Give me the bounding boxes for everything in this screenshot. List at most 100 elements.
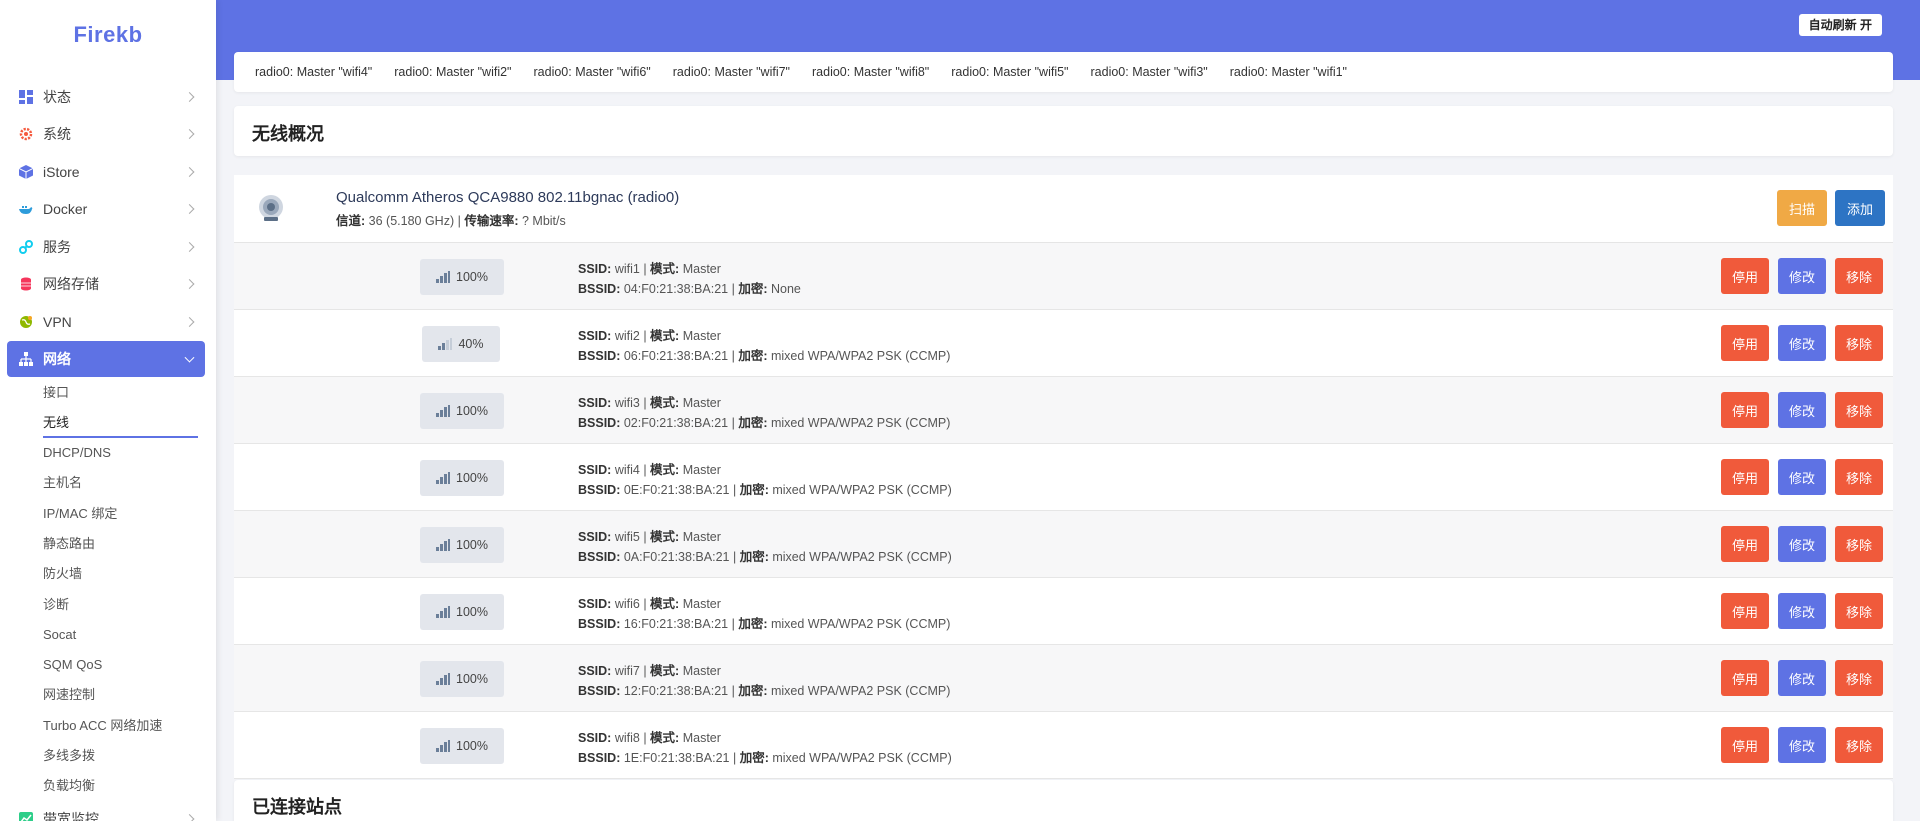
channel-label: 信道: [336, 214, 366, 228]
sidebar-item-status[interactable]: 状态 [7, 79, 205, 115]
table-row: 40% SSID: wifi2 | 模式: Master BSSID: 06:F… [234, 310, 1893, 377]
signal-strength-icon [436, 740, 450, 752]
mode-label: 模式: [650, 463, 680, 477]
submenu-wireless[interactable]: 无线 [43, 413, 69, 433]
tab-wifi2[interactable]: radio0: Master "wifi2" [394, 65, 511, 79]
tab-wifi1[interactable]: radio0: Master "wifi1" [1230, 65, 1347, 79]
disable-button[interactable]: 停用 [1721, 526, 1769, 562]
overview-title: 无线概况 [252, 124, 324, 144]
sidebar-item-system[interactable]: 系统 [7, 116, 205, 152]
ssid-label: SSID: [578, 664, 612, 678]
sidebar-item-label: 状态 [43, 89, 71, 105]
app-logo[interactable]: Firekb [0, 0, 216, 70]
disable-button[interactable]: 停用 [1721, 325, 1769, 361]
remove-button[interactable]: 移除 [1835, 459, 1883, 495]
submenu-dhcp-dns[interactable]: DHCP/DNS [43, 443, 111, 463]
sidebar-item-vpn[interactable]: VPN [7, 304, 205, 340]
ssid-label: SSID: [578, 262, 612, 276]
gear-icon [19, 127, 33, 141]
bssid-value: 0A:F0:21:38:BA:21 [623, 550, 730, 564]
disable-button[interactable]: 停用 [1721, 392, 1769, 428]
disable-button[interactable]: 停用 [1721, 593, 1769, 629]
ssid-line: SSID: wifi8 | 模式: Master [578, 731, 721, 745]
ssid-line: SSID: wifi5 | 模式: Master [578, 530, 721, 544]
remove-button[interactable]: 移除 [1835, 392, 1883, 428]
submenu-interfaces[interactable]: 接口 [43, 383, 69, 403]
bssid-label: BSSID: [578, 617, 621, 631]
add-button[interactable]: 添加 [1835, 190, 1885, 226]
disable-button[interactable]: 停用 [1721, 660, 1769, 696]
tab-wifi7[interactable]: radio0: Master "wifi7" [673, 65, 790, 79]
encryption-value: None [770, 282, 801, 296]
scan-button[interactable]: 扫描 [1777, 190, 1827, 226]
remove-button[interactable]: 移除 [1835, 258, 1883, 294]
table-row: 100% SSID: wifi6 | 模式: Master BSSID: 16:… [234, 578, 1893, 645]
mode-value: Master [682, 329, 721, 343]
connected-stations-card [234, 780, 1893, 821]
ssid-value: wifi1 [614, 262, 640, 276]
submenu-socat[interactable]: Socat [43, 625, 76, 645]
submenu-ip-mac-binding[interactable]: IP/MAC 绑定 [43, 504, 117, 524]
sidebar-item-network[interactable]: 网络 [7, 341, 205, 377]
signal-strength-icon [436, 539, 450, 551]
edit-button[interactable]: 修改 [1778, 593, 1826, 629]
dashboard-icon [19, 90, 33, 104]
submenu-load-balance[interactable]: 负载均衡 [43, 776, 95, 796]
tab-wifi3[interactable]: radio0: Master "wifi3" [1091, 65, 1208, 79]
table-row: 100% SSID: wifi8 | 模式: Master BSSID: 1E:… [234, 712, 1893, 779]
remove-button[interactable]: 移除 [1835, 325, 1883, 361]
submenu-multiwan-dial[interactable]: 多线多拨 [43, 746, 95, 766]
signal-value: 100% [456, 404, 488, 418]
submenu-speed-control[interactable]: 网速控制 [43, 685, 95, 705]
sidebar-item-network-storage[interactable]: 网络存储 [7, 266, 205, 302]
sidebar-item-label: 带宽监控 [43, 811, 99, 821]
submenu-turbo-acc[interactable]: Turbo ACC 网络加速 [43, 716, 162, 736]
submenu-diagnostics[interactable]: 诊断 [43, 595, 69, 615]
remove-button[interactable]: 移除 [1835, 593, 1883, 629]
tab-wifi4[interactable]: radio0: Master "wifi4" [255, 65, 372, 79]
disable-button[interactable]: 停用 [1721, 258, 1769, 294]
encryption-label: 加密: [739, 751, 769, 765]
tab-wifi5[interactable]: radio0: Master "wifi5" [951, 65, 1068, 79]
edit-button[interactable]: 修改 [1778, 392, 1826, 428]
sidebar-item-docker[interactable]: Docker [7, 191, 205, 227]
whale-icon [19, 206, 33, 214]
table-row: 100% SSID: wifi5 | 模式: Master BSSID: 0A:… [234, 511, 1893, 578]
edit-button[interactable]: 修改 [1778, 325, 1826, 361]
remove-button[interactable]: 移除 [1835, 526, 1883, 562]
remove-button[interactable]: 移除 [1835, 727, 1883, 763]
chevron-right-icon [184, 242, 195, 252]
sidebar-item-label: 服务 [43, 239, 71, 255]
edit-button[interactable]: 修改 [1778, 660, 1826, 696]
sidebar-item-bandwidth-monitor[interactable]: 带宽监控 [7, 801, 205, 821]
bssid-value: 16:F0:21:38:BA:21 [623, 617, 729, 631]
edit-button[interactable]: 修改 [1778, 727, 1826, 763]
encryption-value: mixed WPA/WPA2 PSK (CCMP) [772, 550, 952, 564]
signal-badge: 100% [420, 460, 504, 496]
wifi-radio-icon [259, 195, 283, 221]
disable-button[interactable]: 停用 [1721, 459, 1769, 495]
submenu-sqm-qos[interactable]: SQM QoS [43, 655, 102, 675]
submenu-hostnames[interactable]: 主机名 [43, 473, 82, 493]
channel-value: 36 (5.180 GHz) [368, 214, 455, 228]
edit-button[interactable]: 修改 [1778, 459, 1826, 495]
submenu-static-routes[interactable]: 静态路由 [43, 534, 95, 554]
table-row: 100% SSID: wifi4 | 模式: Master BSSID: 0E:… [234, 444, 1893, 511]
radio-name: Qualcomm Atheros QCA9880 802.11bgnac (ra… [336, 189, 680, 206]
disable-button[interactable]: 停用 [1721, 727, 1769, 763]
edit-button[interactable]: 修改 [1778, 258, 1826, 294]
sidebar-item-label: VPN [43, 314, 72, 330]
sidebar-item-services[interactable]: 服务 [7, 229, 205, 265]
tab-wifi6[interactable]: radio0: Master "wifi6" [534, 65, 651, 79]
encryption-label: 加密: [738, 617, 768, 631]
tab-wifi8[interactable]: radio0: Master "wifi8" [812, 65, 929, 79]
edit-button[interactable]: 修改 [1778, 526, 1826, 562]
sidebar-item-istore[interactable]: iStore [7, 154, 205, 190]
remove-button[interactable]: 移除 [1835, 660, 1883, 696]
bssid-line: BSSID: 12:F0:21:38:BA:21 | 加密: mixed WPA… [578, 684, 951, 698]
mode-value: Master [682, 463, 721, 477]
submenu-firewall[interactable]: 防火墙 [43, 564, 82, 584]
ssid-label: SSID: [578, 731, 612, 745]
signal-strength-icon [436, 673, 450, 685]
signal-strength-icon [436, 405, 450, 417]
